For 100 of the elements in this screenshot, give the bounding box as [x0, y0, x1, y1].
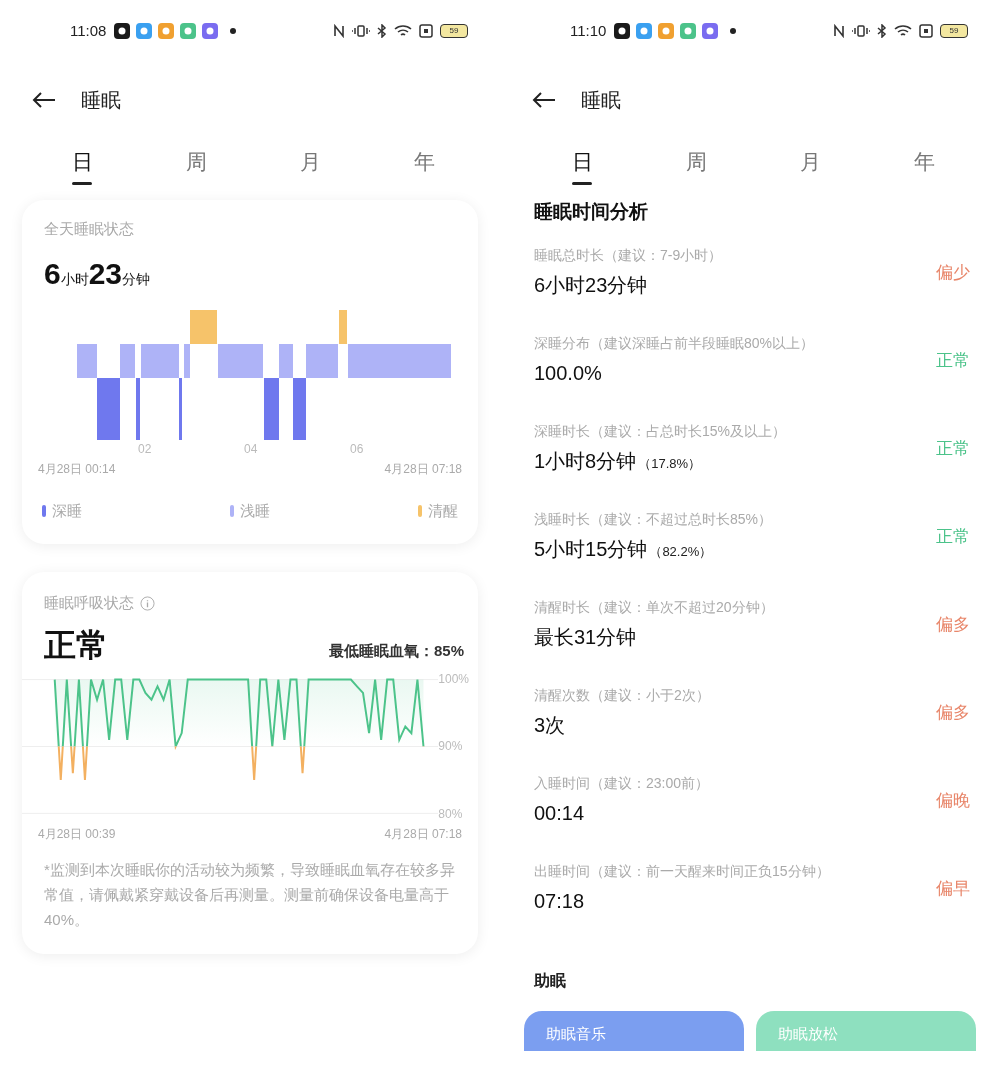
duration-minutes: 23 — [88, 255, 123, 292]
hours-unit: 小时 — [60, 270, 89, 289]
metric-percent: （17.8%） — [638, 455, 702, 473]
sleep-aid-card[interactable]: 助眠音乐 — [524, 1010, 744, 1051]
app-icon — [114, 23, 131, 39]
metric-value: 最长31分钟 — [534, 625, 637, 650]
light-sleep-bar — [279, 343, 293, 378]
app-icon — [614, 23, 631, 39]
metric-status: 偏早 — [936, 877, 970, 900]
sim-icon — [919, 24, 933, 38]
period-tab[interactable]: 周 — [666, 138, 727, 196]
metric-label: 清醒时长（建议：单次不超过20分钟） — [534, 598, 774, 617]
legend-label: 浅睡 — [240, 500, 270, 521]
bluetooth-icon — [377, 24, 387, 38]
period-tab[interactable]: 月 — [780, 138, 841, 196]
metric-value: 100.0% — [534, 361, 602, 386]
metric-label: 睡眠总时长（建议：7-9小时） — [534, 246, 723, 265]
start-time: 4月28日 00:14 — [38, 460, 116, 478]
metric-value: 00:14 — [534, 801, 585, 826]
nfc-icon — [833, 24, 845, 38]
metric-status: 偏多 — [936, 701, 970, 724]
back-arrow-icon[interactable] — [32, 91, 56, 109]
app-icon — [158, 23, 175, 39]
duration-hours: 6 — [44, 255, 61, 292]
vibrate-icon — [352, 24, 370, 38]
start-time: 4月28日 00:39 — [38, 825, 116, 843]
awake-bar — [190, 309, 217, 344]
app-icon — [658, 23, 675, 39]
deep-sleep-bar — [136, 377, 140, 440]
app-icon — [202, 23, 219, 39]
metric-status: 偏多 — [936, 613, 970, 636]
awake-bar — [339, 309, 347, 344]
bluetooth-icon — [877, 24, 887, 38]
metric-value: 1小时8分钟 — [534, 449, 637, 474]
light-sleep-bar — [141, 343, 179, 378]
metric-label: 浅睡时长（建议：不超过总时长85%） — [534, 510, 773, 529]
nfc-icon — [333, 24, 345, 38]
app-icon — [136, 23, 153, 39]
section-title: 睡眠时间分析 — [534, 200, 649, 224]
metric-label: 深睡时长（建议：占总时长15%及以上） — [534, 422, 787, 441]
status-time: 11:10 — [570, 20, 607, 41]
deep-sleep-bar — [97, 377, 120, 440]
app-icon — [180, 23, 197, 39]
metric-status: 正常 — [936, 349, 970, 372]
metric-value: 6小时23分钟 — [534, 273, 648, 298]
metric-status: 偏晚 — [936, 789, 970, 812]
light-sleep-bar — [306, 343, 338, 378]
metric-value: 5小时15分钟 — [534, 537, 648, 562]
page-title: 睡眠 — [581, 88, 621, 113]
light-sleep-bar — [77, 343, 97, 378]
legend-label: 清醒 — [428, 500, 458, 521]
metric-percent: （82.2%） — [649, 543, 713, 561]
status-time: 11:08 — [70, 20, 107, 41]
metric-label: 深睡分布（建议深睡占前半段睡眠80%以上） — [534, 334, 815, 353]
metric-value: 07:18 — [534, 889, 585, 914]
metric-status: 偏少 — [936, 261, 970, 284]
vibrate-icon — [852, 24, 870, 38]
metric-status: 正常 — [936, 525, 970, 548]
end-time: 4月28日 07:18 — [384, 825, 462, 843]
app-icon — [702, 23, 719, 39]
axis-tick: 100% — [438, 671, 470, 686]
axis-tick: 02 — [138, 440, 152, 458]
metric-status: 正常 — [936, 437, 970, 460]
axis-tick: 90% — [438, 739, 463, 753]
min-oxygen: 最低睡眠血氧：85% — [328, 641, 464, 661]
period-tab[interactable]: 日 — [52, 138, 112, 196]
section-title: 助眠 — [534, 970, 567, 991]
metric-label: 入睡时间（建议：23:00前） — [534, 774, 710, 793]
end-time: 4月28日 07:18 — [384, 460, 462, 478]
minutes-unit: 分钟 — [122, 270, 151, 289]
wifi-icon — [394, 24, 412, 38]
back-arrow-icon[interactable] — [532, 91, 556, 109]
deep-sleep-bar — [179, 377, 182, 440]
battery-indicator: 59 — [440, 24, 468, 38]
notification-dot-icon — [730, 28, 737, 34]
app-icon — [636, 23, 653, 39]
period-tab[interactable]: 月 — [280, 138, 341, 196]
battery-indicator: 59 — [940, 24, 968, 38]
wifi-icon — [894, 24, 912, 38]
deep-sleep-bar — [264, 377, 279, 440]
period-tab[interactable]: 周 — [166, 138, 227, 196]
axis-tick: 80% — [438, 806, 463, 821]
light-sleep-bar — [184, 343, 190, 378]
light-sleep-bar — [120, 343, 135, 378]
measurement-note: *监测到本次睡眠你的活动较为频繁，导致睡眠血氧存在较多异常值，请佩戴紧穿戴设备后再测量。测量前确保设备电量高于40%。 — [44, 859, 456, 930]
period-tab[interactable]: 日 — [552, 138, 612, 196]
breathing-status: 正常 — [44, 625, 108, 665]
legend-label: 深睡 — [52, 500, 82, 521]
app-icon — [680, 23, 697, 39]
period-tab[interactable]: 年 — [395, 138, 455, 196]
metric-label: 出睡时间（建议：前一天醒来时间正负15分钟） — [534, 862, 830, 881]
period-tab[interactable]: 年 — [895, 138, 955, 196]
page-title: 睡眠 — [81, 88, 121, 113]
light-sleep-bar — [218, 343, 263, 378]
axis-tick: 04 — [244, 440, 258, 458]
deep-sleep-bar — [293, 377, 306, 440]
axis-tick: 06 — [350, 440, 364, 458]
notification-dot-icon — [230, 28, 237, 34]
metric-value: 3次 — [534, 713, 566, 738]
card-title: 睡眠呼吸状态 — [44, 593, 134, 613]
